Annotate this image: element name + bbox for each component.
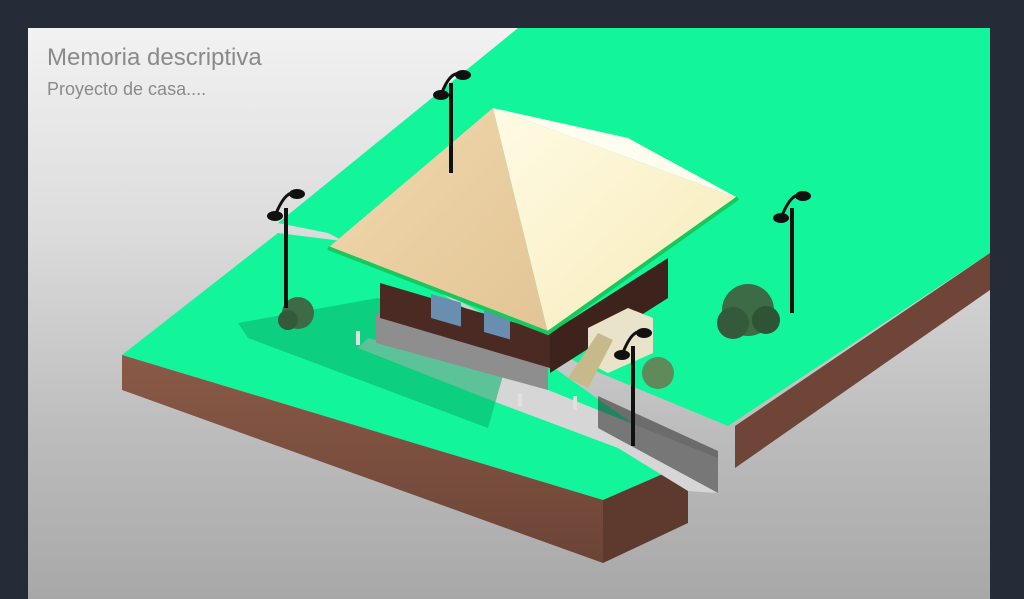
bollard xyxy=(518,393,522,407)
bollard xyxy=(356,331,360,345)
slide-canvas: Memoria descriptiva Proyecto de casa.... xyxy=(28,28,990,599)
slide-title: Memoria descriptiva xyxy=(47,44,262,71)
tree-porch xyxy=(642,357,674,389)
bollard xyxy=(573,396,577,410)
window-frame: Memoria descriptiva Proyecto de casa.... xyxy=(0,0,1024,599)
house-3d-render xyxy=(122,28,990,563)
slide-subtitle: Proyecto de casa.... xyxy=(47,79,207,99)
